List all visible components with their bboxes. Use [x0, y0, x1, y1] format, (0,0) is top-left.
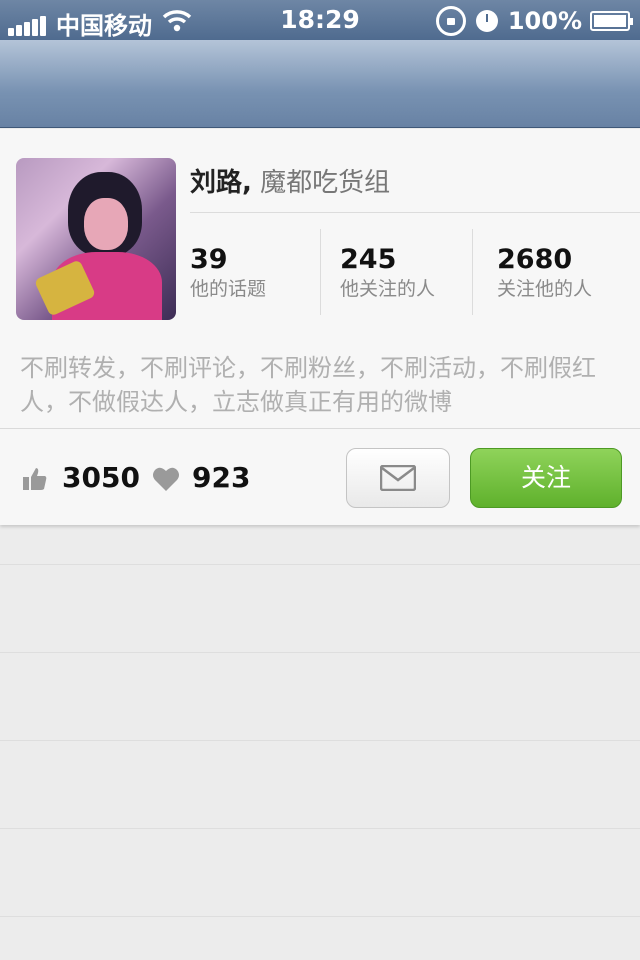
stat-label: 他关注的人	[340, 278, 436, 300]
divider	[0, 428, 640, 429]
stat-value: 2680	[497, 244, 573, 275]
stat-value: 39	[190, 244, 228, 275]
profile-card: 刘路, 魔都吃货组 39 他的话题 245 他关注的人 2680 关注他的人 不…	[0, 129, 640, 525]
thumbs-up-icon	[23, 468, 47, 490]
battery-percent: 100%	[507, 7, 582, 35]
content-area	[0, 526, 640, 960]
divider	[0, 740, 640, 741]
likes-count: 3050	[62, 461, 140, 494]
avatar[interactable]	[16, 158, 176, 320]
divider	[190, 212, 640, 213]
mail-icon	[380, 465, 416, 491]
alarm-icon	[475, 10, 498, 32]
status-bar: 中国移动 18:29 100%	[0, 0, 640, 40]
profile-group: 魔都吃货组	[260, 168, 391, 198]
profile-bio: 不刷转发，不刷评论，不刷粉丝，不刷活动，不刷假红人，不做假达人，立志做真正有用的…	[20, 354, 596, 416]
rotation-lock-icon	[435, 6, 466, 36]
profile-name-line: 刘路, 魔都吃货组	[190, 162, 390, 199]
stat-label: 关注他的人	[497, 278, 593, 300]
stat-followers[interactable]: 2680 关注他的人	[497, 243, 592, 301]
divider	[472, 229, 473, 315]
heart-icon	[153, 467, 179, 491]
follow-button[interactable]: 关注	[470, 448, 622, 508]
divider	[0, 916, 640, 917]
stat-label: 他的话题	[190, 278, 267, 300]
favorites-count: 923	[192, 461, 251, 494]
divider	[0, 564, 640, 565]
navigation-bar	[0, 40, 640, 128]
divider	[0, 652, 640, 653]
stat-topics[interactable]: 39 他的话题	[190, 243, 266, 301]
divider	[320, 229, 321, 315]
divider	[0, 828, 640, 829]
message-button[interactable]	[346, 448, 450, 508]
stat-following[interactable]: 245 他关注的人	[340, 243, 435, 301]
profile-name: 刘路,	[190, 168, 252, 198]
battery-icon	[590, 11, 633, 31]
stat-value: 245	[340, 244, 397, 275]
